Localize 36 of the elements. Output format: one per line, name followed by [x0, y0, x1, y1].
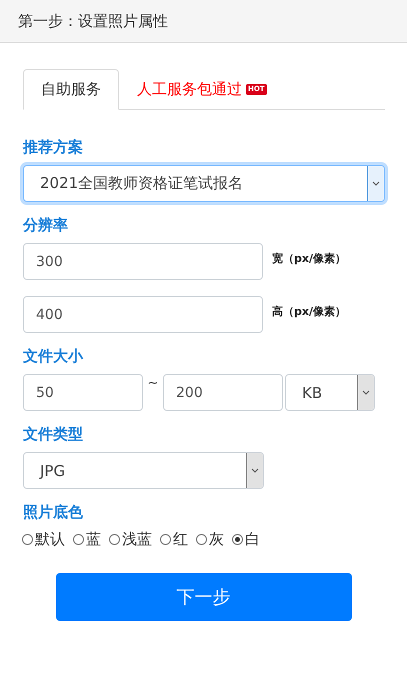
radio-button[interactable] — [22, 534, 33, 545]
dropdown[interactable]: JPG — [23, 452, 264, 489]
radio-label[interactable]: 灰 — [209, 530, 224, 549]
tab[interactable]: 自助服务 — [23, 69, 119, 110]
dropdown-value: JPG — [40, 462, 66, 480]
page-title: 第一步：设置照片属性 — [18, 12, 168, 30]
input-field[interactable]: 50 — [23, 374, 143, 411]
section-label: 推荐方案 — [23, 138, 84, 157]
radio-label[interactable]: 蓝 — [86, 530, 101, 549]
next-button[interactable]: 下一步 — [56, 573, 352, 621]
radio-button[interactable] — [232, 534, 243, 545]
radio-button[interactable] — [109, 534, 120, 545]
chevron-down-icon — [362, 390, 370, 395]
radio-label[interactable]: 浅蓝 — [122, 530, 152, 549]
dropdown-value: 2021全国教师资格证笔试报名 — [40, 174, 244, 193]
radio-label[interactable]: 默认 — [35, 530, 65, 549]
input-field[interactable]: 300 — [23, 243, 263, 280]
dropdown-value: KB — [302, 384, 322, 402]
input-field[interactable]: 400 — [23, 296, 263, 333]
radio-label[interactable]: 红 — [173, 530, 188, 549]
section-label: 照片底色 — [23, 503, 84, 522]
chevron-down-icon — [251, 468, 259, 473]
section-label: 分辨率 — [23, 216, 69, 235]
radio-button[interactable] — [160, 534, 171, 545]
radio-button[interactable] — [196, 534, 207, 545]
range-separator: ~ — [146, 376, 160, 391]
unit-label: 高（px/像素） — [272, 304, 346, 319]
input-field[interactable]: 200 — [163, 374, 283, 411]
unit-label: 宽（px/像素） — [272, 251, 346, 266]
section-label: 文件类型 — [23, 425, 84, 444]
dropdown[interactable]: KB — [285, 374, 375, 411]
chevron-down-icon — [372, 181, 380, 186]
radio-button[interactable] — [73, 534, 84, 545]
dropdown[interactable]: 2021全国教师资格证笔试报名 — [23, 165, 385, 202]
radio-label[interactable]: 白 — [245, 530, 260, 549]
section-label: 文件大小 — [23, 347, 84, 366]
